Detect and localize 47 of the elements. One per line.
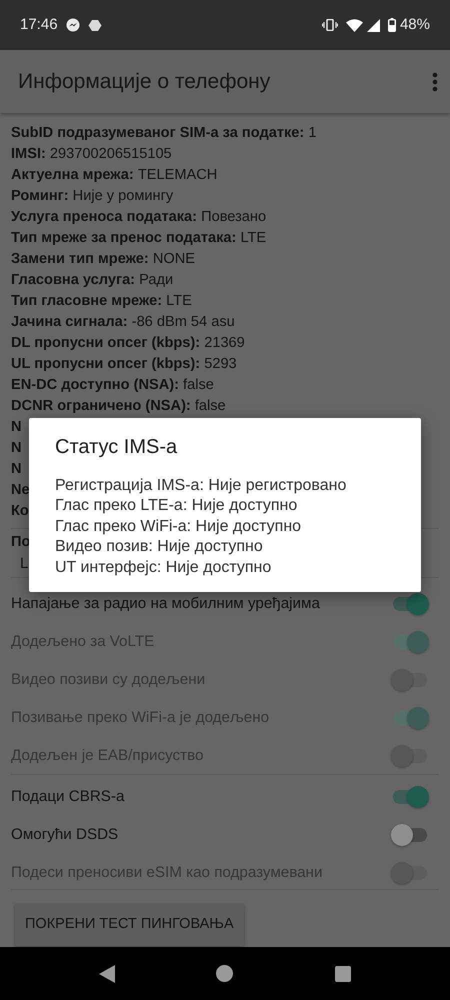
home-icon[interactable] [216,965,234,982]
screen-title: Информације о телефону [18,68,272,95]
dialog-title: Статус IMS-а [55,435,178,460]
app-icon [88,18,102,32]
info-row-text: EN-DC доступно (NSA): false [11,376,214,395]
info-row-text: Јачина сигнала: -86 dBm 54 asu [11,313,235,332]
info-row-text: UL пропусни опсег (kbps): 5293 [11,355,237,374]
battery-percent: 48% [400,14,430,35]
vibrate-icon [322,19,338,31]
overflow-menu-icon[interactable] [432,72,438,92]
dropdown-value[interactable]: L [20,553,28,575]
info-row-text: N [11,439,22,458]
switch-label: Подаци CBRS-а [11,786,124,807]
back-icon[interactable] [98,964,115,982]
signal-icon [366,18,380,32]
info-row-text: Актуелна мрежа: TELEMACH [11,166,218,185]
info-row-text: IMSI: 293700206515105 [11,145,172,164]
dialog-text-line: UT интерфејс: Није доступно [55,558,272,578]
dialog-text-line: Глас преко WiFi-а: Није доступно [55,516,302,537]
dialog-text-line: Видео позив: Није доступно [55,537,264,558]
info-row-text: Ко [11,502,29,521]
battery-icon [388,18,396,32]
wifi-icon [346,18,363,32]
info-row-text: Тип гласовне мреже: LTE [11,292,192,311]
toggle-switch[interactable] [391,786,429,808]
info-row-text: Тип мреже за пренос података: LTE [11,229,266,248]
info-row-text: Услуга преноса података: Повезано [11,208,266,227]
toggle-switch[interactable] [391,593,429,615]
switch-label: Напајање за радио на мобилним уређајима [11,594,320,614]
recents-icon[interactable] [335,966,352,982]
chat-icon [66,18,80,32]
info-row-text: DL пропусни опсег (kbps): 21369 [11,334,245,353]
info-row-text: DCNR ограничено (NSA): false [11,397,226,416]
clock-time: 17:46 [20,14,58,35]
toggle-switch[interactable] [391,824,429,846]
switch-label: Омогући DSDS [11,824,118,845]
info-row-text: SubID подразумеваног SIM-а за податке: 1 [11,124,316,143]
info-row-text: Ne [11,481,30,500]
dialog-text-line: Регистрација IMS-а: Није регистровано [55,476,348,496]
info-row-text: Роминг: Није у ромингу [11,187,174,206]
field-label: По [11,533,30,552]
info-row-text: Замени тип мреже: NONE [11,250,195,269]
dialog-text-line: Глас преко LTE-а: Није доступно [55,496,298,516]
info-row-text: N [11,418,22,437]
info-row-text: N [11,460,22,479]
info-row-text: Гласовна услуга: Ради [11,271,174,290]
ping-test-button[interactable]: ПОКРЕНИ ТЕСТ ПИНГОВАЊА [15,904,244,946]
